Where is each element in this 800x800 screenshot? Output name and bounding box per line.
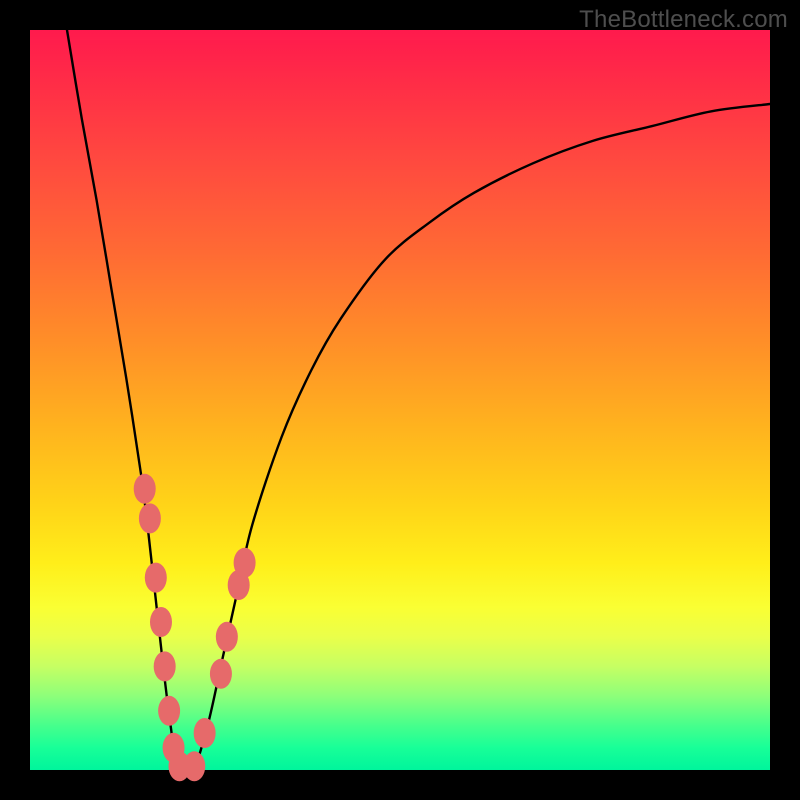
plot-area bbox=[30, 30, 770, 770]
data-marker bbox=[234, 548, 256, 578]
chart-svg bbox=[30, 30, 770, 770]
data-marker bbox=[210, 659, 232, 689]
data-marker bbox=[145, 563, 167, 593]
data-marker bbox=[216, 622, 238, 652]
chart-frame: TheBottleneck.com bbox=[0, 0, 800, 800]
data-marker bbox=[150, 607, 172, 637]
data-marker bbox=[134, 474, 156, 504]
data-marker bbox=[158, 696, 180, 726]
data-marker bbox=[194, 718, 216, 748]
data-marker bbox=[154, 651, 176, 681]
data-marker bbox=[139, 503, 161, 533]
data-marker bbox=[183, 751, 205, 781]
markers-group bbox=[134, 474, 256, 782]
